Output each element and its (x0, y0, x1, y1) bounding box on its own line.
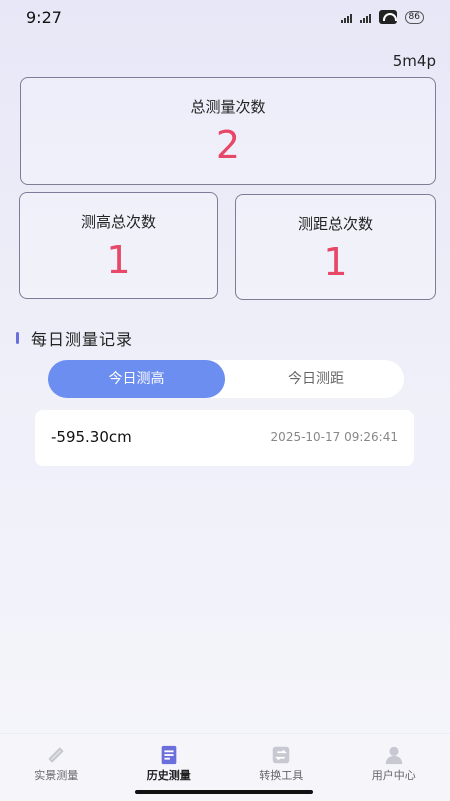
tab-label: 历史测量 (113, 767, 226, 783)
section-title: 每日测量记录 (31, 326, 133, 350)
section-accent-bar (16, 332, 19, 344)
height-count-title: 测高总次数 (20, 211, 217, 232)
status-time: 9:27 (26, 8, 62, 27)
tab-today-height[interactable]: 今日测高 (48, 360, 225, 398)
distance-count-card: 测距总次数 1 (235, 194, 436, 300)
convert-icon (270, 744, 292, 766)
signal-icon (341, 11, 352, 23)
home-indicator[interactable] (135, 790, 313, 794)
total-count-title: 总测量次数 (21, 96, 435, 117)
record-value: -595.30cm (51, 428, 132, 446)
tab-label: 用户中心 (338, 767, 450, 783)
signal-icon-2 (360, 11, 371, 23)
list-item[interactable]: -595.30cm 2025-10-17 09:26:41 (35, 410, 414, 466)
tab-label: 转换工具 (225, 767, 338, 783)
status-icons: 86 (341, 10, 424, 24)
tab-live-measure[interactable]: 实景测量 (0, 734, 113, 801)
tab-label: 实景测量 (0, 767, 113, 783)
distance-count-value: 1 (236, 240, 435, 284)
tab-today-distance[interactable]: 今日测距 (228, 360, 404, 398)
section-header: 每日测量记录 (16, 326, 133, 350)
total-count-card: 总测量次数 2 (20, 77, 436, 185)
battery-icon: 86 (405, 11, 424, 24)
document-icon (158, 744, 180, 766)
height-count-value: 1 (20, 238, 217, 282)
distance-count-title: 测距总次数 (236, 213, 435, 234)
wifi-icon (379, 10, 397, 24)
user-icon (383, 744, 405, 766)
record-timestamp: 2025-10-17 09:26:41 (271, 430, 398, 444)
status-bar: 9:27 86 (0, 0, 450, 36)
ruler-icon (45, 744, 67, 766)
total-count-value: 2 (21, 123, 435, 167)
segment-control: 今日测高 今日测距 (48, 360, 404, 398)
height-count-card: 测高总次数 1 (19, 192, 218, 299)
top-right-label: 5m4p (393, 52, 436, 70)
tab-user-center[interactable]: 用户中心 (338, 734, 450, 801)
